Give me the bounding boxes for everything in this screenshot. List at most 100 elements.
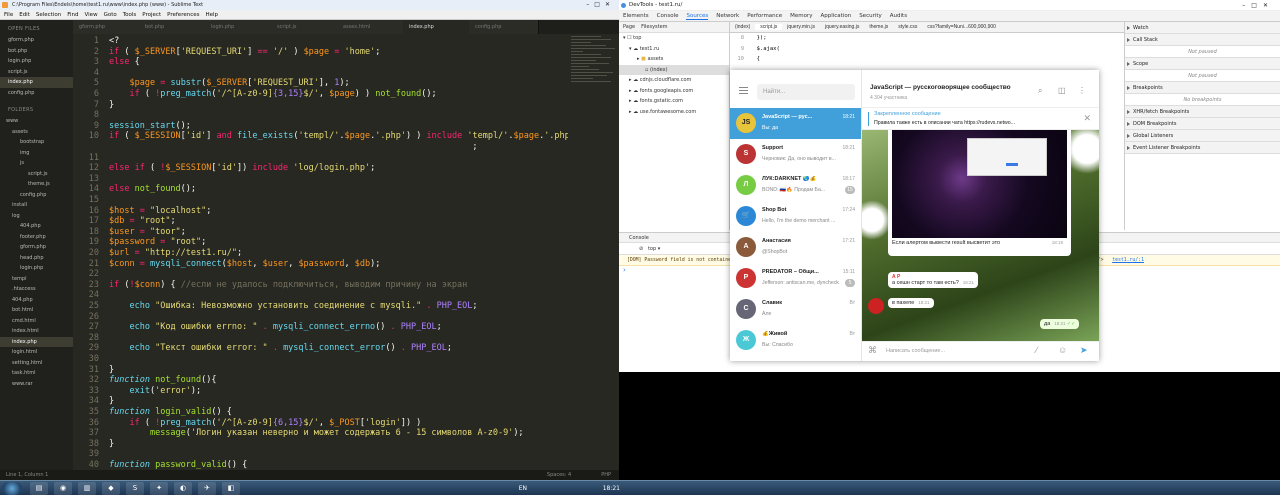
app-taskbar-icon[interactable]: ✦: [150, 482, 168, 495]
xhr-breakpoints-section[interactable]: XHR/fetch Breakpoints: [1125, 106, 1280, 118]
tree-item[interactable]: ▸ ☁ use.fontawesome.com: [619, 107, 729, 118]
commands-icon[interactable]: ⁄: [1036, 345, 1038, 355]
dom-breakpoints-section[interactable]: DOM Breakpoints: [1125, 118, 1280, 130]
menu-view[interactable]: View: [85, 12, 98, 18]
folder-tree-item[interactable]: cmd.html: [0, 316, 73, 327]
pinned-message[interactable]: Закрепленное сообщение Правила также ест…: [862, 108, 1099, 130]
folder-tree-item[interactable]: www.rar: [0, 379, 73, 390]
chat-list-item[interactable]: А Анастасия @ShopBot 17:21: [730, 232, 861, 263]
editor-tab[interactable]: config.php: [469, 20, 539, 34]
tree-item[interactable]: ▾ ☐ top: [619, 33, 729, 44]
chat-title[interactable]: JavaScript — русскоговорящее сообщество: [870, 84, 1011, 91]
open-file-item[interactable]: index.php: [0, 77, 73, 88]
close-icon[interactable]: ✕: [1083, 113, 1091, 124]
call-stack-section[interactable]: Call Stack: [1125, 34, 1280, 46]
tab-sources[interactable]: Sources: [686, 13, 709, 20]
telegram-taskbar-icon[interactable]: ✈: [198, 482, 216, 495]
tab-elements[interactable]: Elements: [623, 13, 649, 19]
sublime-taskbar-icon[interactable]: S: [126, 482, 144, 495]
message-bubble[interactable]: А Р а сешн старт то там есть? 18:21: [888, 272, 979, 288]
start-button[interactable]: [2, 482, 22, 495]
sender-avatar[interactable]: [868, 298, 884, 314]
tree-item[interactable]: ▫ (index): [619, 64, 729, 75]
tree-item[interactable]: ▸ ☁ cdnjs.cloudflare.com: [619, 75, 729, 86]
menu-tools[interactable]: Tools: [123, 12, 137, 18]
menu-goto[interactable]: Goto: [104, 12, 117, 18]
folder-tree-item[interactable]: login.php: [0, 263, 73, 274]
app-taskbar-icon[interactable]: ◐: [174, 482, 192, 495]
message-bubble[interactable]: в пахепе 18:21: [888, 298, 934, 308]
event-listener-section[interactable]: Event Listener Breakpoints: [1125, 142, 1280, 154]
hamburger-icon[interactable]: [739, 87, 748, 96]
tab-network[interactable]: Network: [716, 13, 739, 19]
folder-tree-item[interactable]: script.js: [0, 169, 73, 180]
folder-tree-item[interactable]: index.php: [0, 336, 73, 347]
attach-icon[interactable]: ⌘: [868, 345, 877, 356]
search-input[interactable]: Найти...: [757, 84, 855, 100]
screenshot-image[interactable]: [892, 130, 1067, 238]
code-editor[interactable]: 1 <? 2 if ( $_SERVER['REQUEST_URI'] == '/'…: [73, 34, 568, 470]
more-icon[interactable]: ⋮: [1078, 86, 1086, 95]
tree-item[interactable]: ▾ ☁ test1.ru: [619, 44, 729, 55]
context-select[interactable]: top: [648, 246, 656, 252]
folder-tree-item[interactable]: 404.php: [0, 221, 73, 232]
folder-tree-item[interactable]: .htaccess: [0, 284, 73, 295]
folder-tree-item[interactable]: www: [0, 116, 73, 127]
folder-tree-item[interactable]: head.php: [0, 253, 73, 264]
language-indicator[interactable]: EN: [519, 481, 527, 495]
watch-section[interactable]: Watch: [1125, 22, 1280, 34]
send-icon[interactable]: ➤: [1080, 345, 1088, 356]
folder-tree-item[interactable]: install: [0, 200, 73, 211]
tree-item[interactable]: ▸ ■ assets: [619, 54, 729, 65]
folder-tree-item[interactable]: templ: [0, 274, 73, 285]
file-tab[interactable]: jquery.easing.js: [820, 24, 864, 30]
syntax-setting[interactable]: PHP: [601, 472, 611, 478]
tab-audits[interactable]: Audits: [890, 13, 907, 19]
chat-list-item[interactable]: JS JavaScript — рус... Вы: да 18:21: [730, 108, 861, 139]
tab-performance[interactable]: Performance: [747, 13, 782, 19]
folder-tree-item[interactable]: setting.html: [0, 358, 73, 369]
app-taskbar-icon[interactable]: ◆: [102, 482, 120, 495]
editor-tab[interactable]: assex.html: [337, 20, 407, 34]
menu-help[interactable]: Help: [205, 12, 218, 18]
editor-tab[interactable]: gform.php: [73, 20, 143, 34]
open-file-item[interactable]: script.js: [0, 67, 73, 78]
window-controls[interactable]: –□✕: [1242, 0, 1274, 11]
open-file-item[interactable]: gform.php: [0, 35, 73, 46]
outgoing-message[interactable]: да 18:21 ✓✓: [1040, 319, 1080, 329]
file-tab[interactable]: css?family=Nuni...600,900,900: [922, 24, 1001, 30]
folder-tree-item[interactable]: login.html: [0, 347, 73, 358]
menu-selection[interactable]: Selection: [36, 12, 61, 18]
sidebar-toggle-icon[interactable]: ◫: [1058, 86, 1066, 95]
menu-project[interactable]: Project: [142, 12, 161, 18]
tab-application[interactable]: Application: [820, 13, 851, 19]
nav-tab-filesystem[interactable]: Filesystem: [641, 24, 667, 30]
message-input[interactable]: Написать сообщение...: [886, 348, 945, 354]
scope-section[interactable]: Scope: [1125, 58, 1280, 70]
folder-tree-item[interactable]: 404.php: [0, 295, 73, 306]
chat-list-item[interactable]: Л ЛУК:DARKNET 🌏💰 BOND: 🇷🇺🔥 Продам Ба... 18:…: [730, 170, 861, 201]
file-tab[interactable]: style.css: [893, 24, 922, 30]
chat-list-item[interactable]: С Славик Але Вт: [730, 294, 861, 325]
file-tab[interactable]: script.js: [755, 24, 783, 30]
open-file-item[interactable]: bot.php: [0, 46, 73, 57]
chat-list-item[interactable]: P PREDATOR – Общи... Jefferson: antiscan.m…: [730, 263, 861, 294]
folder-tree-item[interactable]: assets: [0, 127, 73, 138]
tree-item[interactable]: ▸ ☁ fonts.gstatic.com: [619, 96, 729, 107]
folder-tree-item[interactable]: task.html: [0, 368, 73, 379]
editor-tab[interactable]: script.js: [271, 20, 341, 34]
taskbar-clock[interactable]: 18:21: [603, 481, 620, 495]
menu-preferences[interactable]: Preferences: [167, 12, 199, 18]
file-tab[interactable]: theme.js: [864, 24, 893, 30]
tab-memory[interactable]: Memory: [790, 13, 812, 19]
chat-list-item[interactable]: Ж 💰Живой Вы: Спасибо Вт: [730, 325, 861, 356]
nav-tab-page[interactable]: Page: [623, 24, 635, 30]
folder-tree-item[interactable]: bootstrap: [0, 137, 73, 148]
explorer-taskbar-icon[interactable]: ▤: [30, 482, 48, 495]
minimap[interactable]: [568, 34, 619, 470]
console-source-link[interactable]: test1.ru/:1: [1112, 258, 1144, 263]
image-message[interactable]: 18:19 Если алертом вывести result выcвети…: [888, 130, 1071, 256]
menu-find[interactable]: Find: [67, 12, 78, 18]
editor-tab[interactable]: bot.php: [139, 20, 209, 34]
editor-tab[interactable]: index.php: [403, 20, 473, 34]
